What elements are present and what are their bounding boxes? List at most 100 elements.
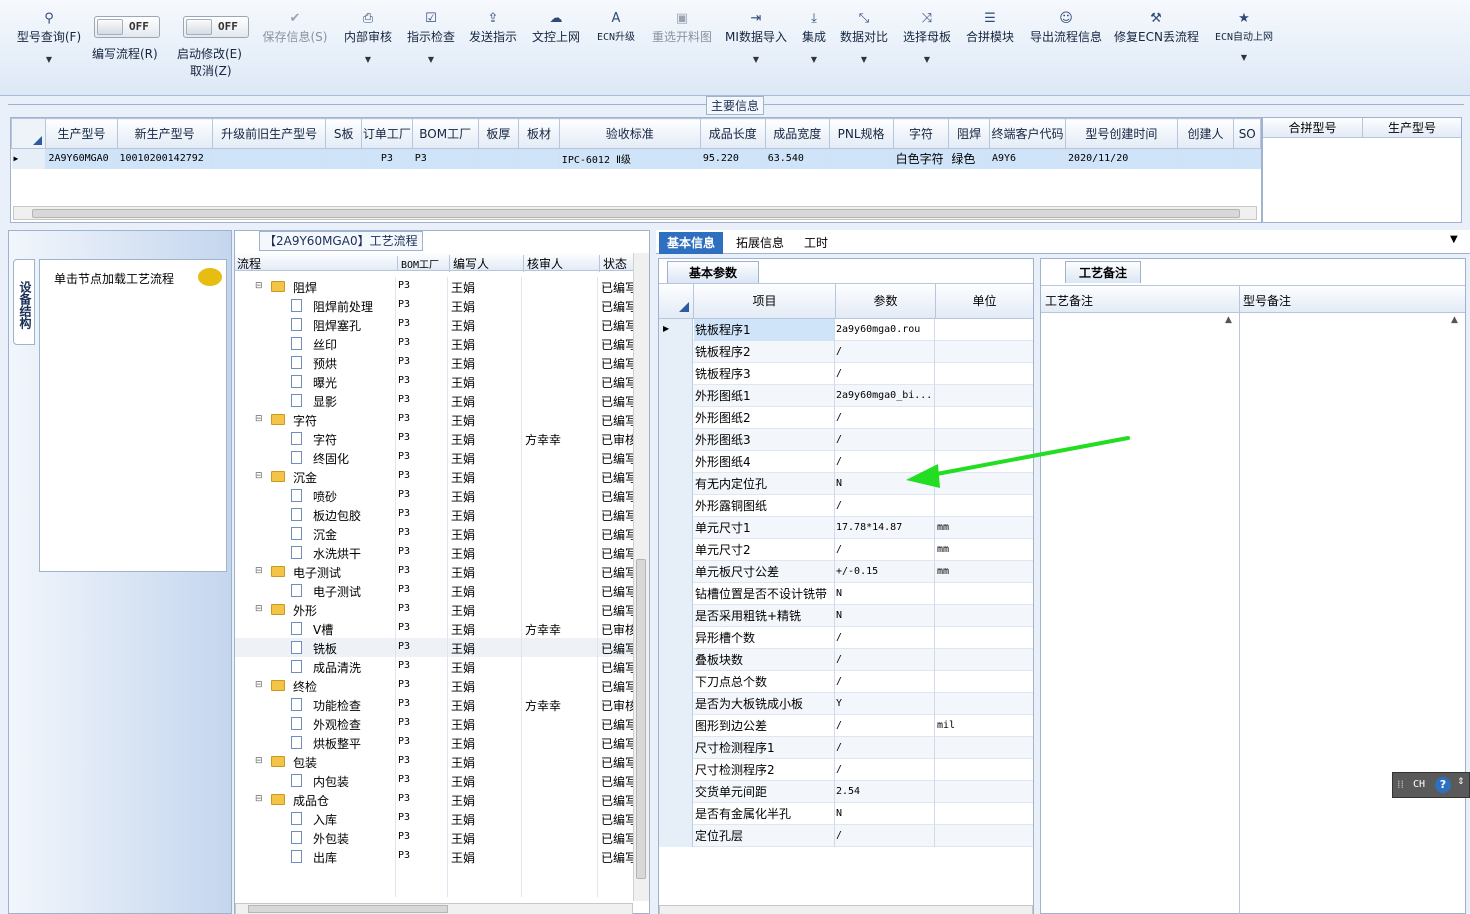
- tree-node[interactable]: 电子测试 P3 王娟 已编写: [235, 581, 633, 600]
- subtab-basic-params[interactable]: 基本参数: [667, 261, 759, 283]
- param-row[interactable]: 图形到边公差 / mil: [659, 715, 1033, 737]
- param-item[interactable]: 是否采用粗铣+精铣: [694, 605, 835, 627]
- param-value[interactable]: /: [835, 341, 935, 363]
- col-header[interactable]: PNL规格: [828, 118, 894, 149]
- param-row[interactable]: 单元尺寸2/mm: [659, 539, 1033, 561]
- param-item[interactable]: 外形图纸3: [694, 429, 835, 451]
- tree-node[interactable]: 外观检查 P3 王娟 已编写: [235, 714, 633, 733]
- instruction-check-button[interactable]: ☑ 指示检查 ▼: [405, 10, 457, 90]
- param-item[interactable]: 外形图纸2: [694, 407, 835, 429]
- process-remarks-textarea[interactable]: ▲: [1041, 315, 1237, 914]
- tree-node[interactable]: ⊟ 终检 P3 王娟 已编写: [235, 676, 633, 695]
- tree-node[interactable]: ⊟ 电子测试 P3 王娟 已编写: [235, 562, 633, 581]
- scroll-thumb[interactable]: [32, 209, 1240, 218]
- param-item[interactable]: 尺寸检测程序1: [694, 737, 835, 759]
- mi-import-button[interactable]: ⇥ MI数据导入 ▼: [724, 10, 788, 90]
- col-header[interactable]: 创建人: [1176, 118, 1235, 149]
- col-header[interactable]: 工艺备注: [1045, 292, 1093, 309]
- doc-upload-button[interactable]: ☁ 文控上网: [530, 10, 582, 90]
- param-row[interactable]: 交货单元间距 2.54: [659, 781, 1033, 803]
- tree-node[interactable]: ⊟ 成品仓 P3 王娟 已编写: [235, 790, 633, 809]
- col-header[interactable]: 型号备注: [1243, 292, 1291, 309]
- tree-node[interactable]: ⊟ 字符 P3 王娟 已编写: [235, 410, 633, 429]
- param-item[interactable]: 叠板块数: [694, 649, 835, 671]
- col-header[interactable]: BOM工厂: [397, 256, 439, 271]
- tree-node[interactable]: 喷砂 P3 王娟 已编写: [235, 486, 633, 505]
- param-row[interactable]: 尺寸检测程序2/: [659, 759, 1033, 781]
- param-unit[interactable]: [936, 693, 1033, 715]
- tree-node[interactable]: 内包装 P3 王娟 已编写: [235, 771, 633, 790]
- cancel-button[interactable]: 取消(Z): [190, 62, 232, 79]
- tree-node[interactable]: 烘板整平 P3 王娟 已编写: [235, 733, 633, 752]
- param-unit[interactable]: mm: [936, 517, 1033, 539]
- tab-work-hours[interactable]: 工时: [796, 232, 836, 254]
- tab-dropdown-icon[interactable]: ▼: [1450, 234, 1458, 245]
- param-value[interactable]: 2a9y60mga0_bi...: [835, 385, 935, 407]
- tree-node[interactable]: V槽 P3 王娟 方幸幸 已审核: [235, 619, 633, 638]
- tree-node[interactable]: ⊟ 沉金 P3 王娟 已编写: [235, 467, 633, 486]
- param-value[interactable]: /: [835, 671, 935, 693]
- param-item[interactable]: 外形图纸1: [694, 385, 835, 407]
- param-row[interactable]: 异形槽个数 /: [659, 627, 1033, 649]
- integrate-button[interactable]: ⤓ 集成 ▼: [796, 10, 832, 90]
- param-value[interactable]: N: [835, 583, 935, 605]
- tree-node[interactable]: 出库 P3 王娟 已编写: [235, 847, 633, 866]
- param-value[interactable]: /: [835, 825, 935, 847]
- param-item[interactable]: 尺寸检测程序2: [694, 759, 835, 781]
- param-unit[interactable]: [936, 781, 1033, 803]
- param-item[interactable]: 铣板程序2: [694, 341, 835, 363]
- collapse-icon[interactable]: ⊟: [255, 680, 263, 690]
- col-header[interactable]: 终端客户代码: [988, 118, 1067, 149]
- tree-node[interactable]: ⊟ 阻焊 P3 王娟 已编写: [235, 277, 633, 296]
- subtab-process-remarks[interactable]: 工艺备注: [1065, 261, 1141, 283]
- param-row[interactable]: 单元尺寸1 17.78*14.87 mm: [659, 517, 1033, 539]
- ecn-upgrade-button[interactable]: A ECN升级: [592, 10, 640, 90]
- collapse-icon[interactable]: ⊟: [255, 281, 263, 291]
- collapse-icon[interactable]: ⊟: [255, 566, 263, 576]
- param-value[interactable]: Y: [835, 693, 935, 715]
- param-unit[interactable]: [936, 825, 1033, 847]
- param-value[interactable]: /: [835, 407, 935, 429]
- save-info-button[interactable]: ✔ 保存信息(S): [260, 10, 330, 90]
- col-header[interactable]: 验收标准: [558, 118, 701, 149]
- param-unit[interactable]: [936, 495, 1033, 517]
- param-unit[interactable]: [936, 627, 1033, 649]
- help-icon[interactable]: ?: [1435, 777, 1451, 793]
- param-item[interactable]: 钻槽位置是否不设计铣带: [694, 583, 835, 605]
- tree-node[interactable]: 曝光 P3 王娟 已编写: [235, 372, 633, 391]
- ime-menu-icon[interactable]: ⇕: [1457, 777, 1465, 787]
- data-compare-button[interactable]: ⤡ 数据对比 ▼: [838, 10, 890, 90]
- param-unit[interactable]: mil: [936, 715, 1033, 737]
- col-header[interactable]: 型号创建时间: [1065, 118, 1178, 149]
- param-value[interactable]: /: [835, 363, 935, 385]
- model-query-button[interactable]: ⚲ 型号查询(F) ▼: [14, 10, 84, 90]
- start-modify-toggle[interactable]: OFF: [183, 16, 249, 38]
- ime-toolbar[interactable]: ⁞⁞ CH ? ⇕: [1392, 772, 1470, 798]
- param-row[interactable]: 定位孔层 /: [659, 825, 1033, 847]
- param-unit[interactable]: [936, 583, 1033, 605]
- tree-node[interactable]: 成品清洗 P3 王娟 已编写: [235, 657, 633, 676]
- tree-node[interactable]: 外包装 P3 王娟 已编写: [235, 828, 633, 847]
- param-unit[interactable]: [936, 737, 1033, 759]
- tree-node[interactable]: 终固化 P3 王娟 已编写: [235, 448, 633, 467]
- param-value[interactable]: 2a9y60mga0.rou: [835, 319, 935, 341]
- param-item[interactable]: 定位孔层: [694, 825, 835, 847]
- col-header[interactable]: 核审人: [523, 255, 563, 272]
- col-header[interactable]: S板: [325, 118, 362, 149]
- param-unit[interactable]: [936, 363, 1033, 385]
- param-row[interactable]: 是否为大板铣成小板 Y: [659, 693, 1033, 715]
- edit-flow-toggle[interactable]: OFF: [94, 16, 160, 38]
- model-remarks-textarea[interactable]: ▲: [1241, 315, 1463, 914]
- scroll-thumb[interactable]: [248, 905, 448, 913]
- param-item[interactable]: 是否为大板铣成小板: [694, 693, 835, 715]
- col-header[interactable]: 成品宽度: [764, 118, 830, 149]
- col-header[interactable]: 成品长度: [699, 118, 766, 149]
- collapse-icon[interactable]: ⊟: [255, 471, 263, 481]
- internal-audit-button[interactable]: ⎙ 内部审核 ▼: [342, 10, 394, 90]
- collapse-icon[interactable]: ⊟: [255, 604, 263, 614]
- tab-extended-info[interactable]: 拓展信息: [728, 232, 792, 254]
- param-value[interactable]: /: [835, 539, 935, 561]
- vertical-scrollbar[interactable]: [633, 253, 649, 901]
- tree-node[interactable]: ⊟ 包装 P3 王娟 已编写: [235, 752, 633, 771]
- export-flow-button[interactable]: ☺ 导出流程信息: [1027, 10, 1105, 90]
